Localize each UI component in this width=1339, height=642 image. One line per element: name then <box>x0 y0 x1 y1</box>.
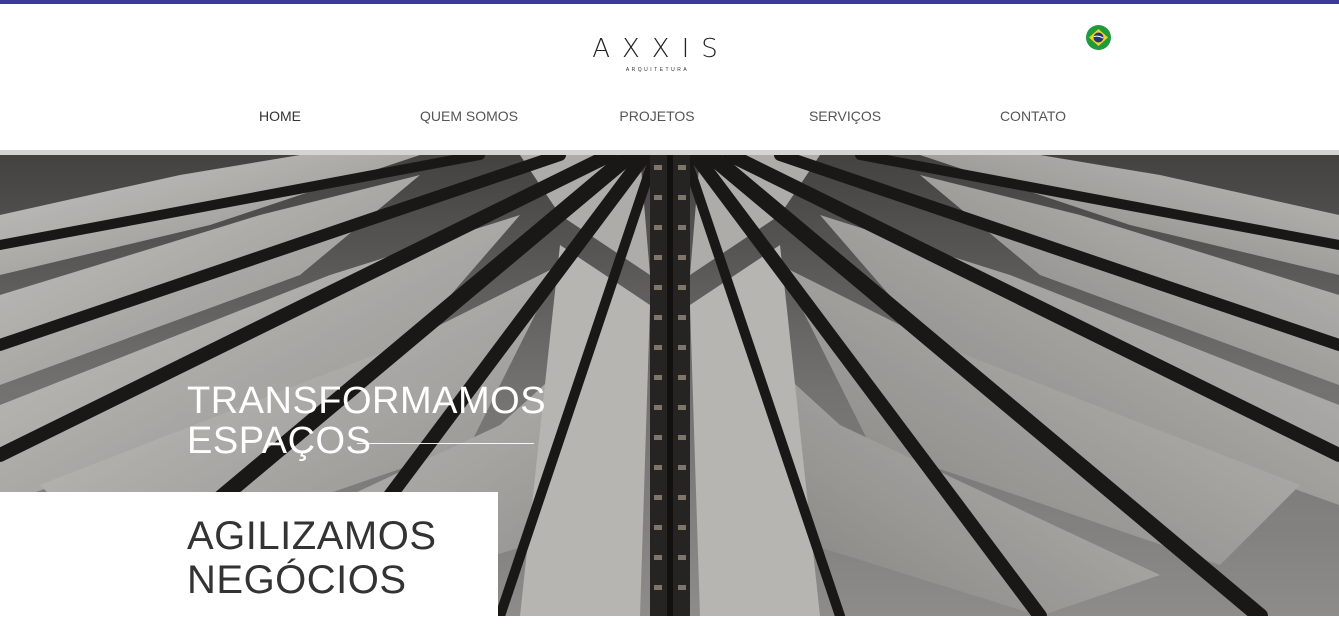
page-bottom-strip <box>0 616 1339 642</box>
hero-headline: TRANSFORMAMOS ESPAÇOS <box>187 381 546 461</box>
headline-underline <box>357 443 534 444</box>
brand-logo[interactable]: AXXIS ARQUITETURA <box>560 34 750 78</box>
hero-headline-line2: ESPAÇOS <box>187 420 372 462</box>
nav-item-servicos[interactable]: SERVIÇOS <box>809 108 881 124</box>
brand-tagline: ARQUITETURA <box>625 67 690 73</box>
brand-name: AXXIS <box>592 34 730 64</box>
nav-item-home[interactable]: HOME <box>259 108 301 124</box>
nav-item-contato[interactable]: CONTATO <box>1000 108 1066 124</box>
nav-item-quem-somos[interactable]: QUEM SOMOS <box>420 108 518 124</box>
hero-subheadline-line2: NEGÓCIOS <box>187 558 407 602</box>
site-header: AXXIS ARQUITETURA HOME QUEM SOMOS PROJET… <box>0 4 1339 150</box>
main-nav: HOME QUEM SOMOS PROJETOS SERVIÇOS CONTAT… <box>0 108 1339 132</box>
hero-subheadline: AGILIZAMOS NEGÓCIOS <box>187 514 437 602</box>
brazil-flag-icon[interactable] <box>1086 25 1111 50</box>
hero-headline-line1: TRANSFORMAMOS <box>187 380 547 422</box>
subheadline-box: AGILIZAMOS NEGÓCIOS <box>0 492 498 616</box>
nav-item-projetos[interactable]: PROJETOS <box>619 108 694 124</box>
hero-subheadline-line1: AGILIZAMOS <box>187 514 437 558</box>
